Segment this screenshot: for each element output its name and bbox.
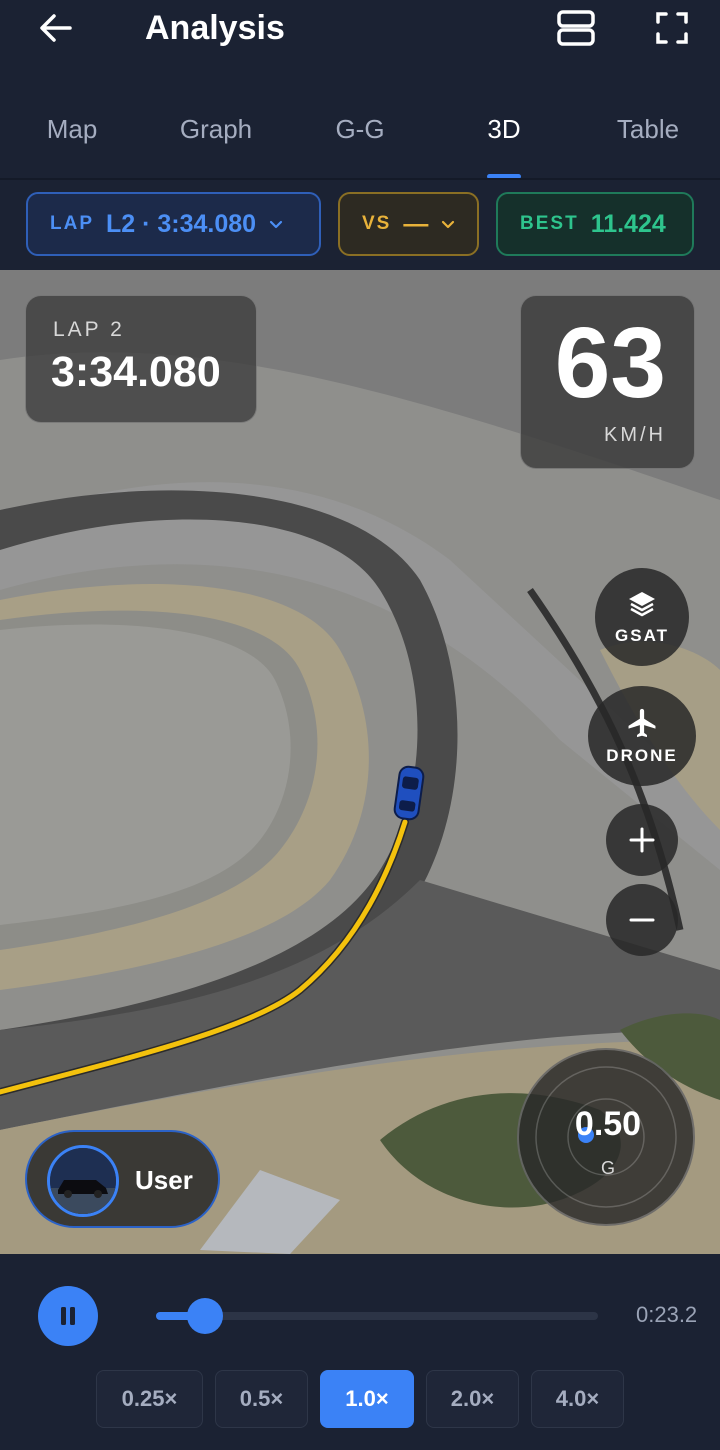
pause-icon xyxy=(61,1307,75,1325)
lap-time: 3:34.080 xyxy=(51,348,221,396)
speed-option-0-25[interactable]: 0.25× xyxy=(96,1370,203,1428)
layout-toggle-button[interactable] xyxy=(552,6,600,50)
speed-option-2-0[interactable]: 2.0× xyxy=(426,1370,519,1428)
lap-selector-bar: LAP L2 · 3:34.080 VS — BEST 11.424 xyxy=(0,180,720,270)
speed-value: 63 xyxy=(554,307,666,419)
pause-button[interactable] xyxy=(38,1286,98,1346)
best-value: 11.424 xyxy=(590,209,666,238)
back-button[interactable] xyxy=(34,6,78,50)
map-layer-button[interactable]: GSAT xyxy=(595,568,689,666)
tab-map[interactable]: Map xyxy=(22,96,122,178)
lap-time-card: LAP 2 3:34.080 xyxy=(25,295,257,423)
speed-option-1-0[interactable]: 1.0× xyxy=(320,1370,414,1428)
playback-thumb[interactable] xyxy=(187,1298,223,1334)
avatar xyxy=(47,1145,119,1217)
tab-g-g[interactable]: G-G xyxy=(310,96,410,178)
lap-selector[interactable]: LAP L2 · 3:34.080 xyxy=(26,192,321,256)
map-layer-label: GSAT xyxy=(615,626,669,645)
compare-lap-selector[interactable]: VS — xyxy=(338,192,479,256)
airplane-icon xyxy=(628,708,656,738)
drone-view-label: DRONE xyxy=(606,746,678,765)
tab-table[interactable]: Table xyxy=(598,96,698,178)
best-lap-badge[interactable]: BEST 11.424 xyxy=(496,192,694,256)
playback-controls: 0:23.2 0.25× 0.5× 1.0× 2.0× 4.0× xyxy=(0,1254,720,1450)
drone-view-button[interactable]: DRONE xyxy=(588,686,696,786)
tab-graph[interactable]: Graph xyxy=(160,96,272,178)
speed-option-0-5[interactable]: 0.5× xyxy=(215,1370,308,1428)
fullscreen-button[interactable] xyxy=(650,6,694,50)
app-header: Analysis xyxy=(0,0,720,58)
minus-icon xyxy=(629,918,655,922)
speed-unit: KM/H xyxy=(604,424,666,446)
arrow-left-icon xyxy=(40,14,72,42)
speed-card: 63 KM/H xyxy=(520,295,695,469)
playback-slider[interactable] xyxy=(156,1298,598,1334)
driver-chip[interactable]: User xyxy=(25,1130,220,1228)
zoom-in-button[interactable] xyxy=(606,804,678,876)
layers-icon xyxy=(629,592,655,617)
g-force-unit: G xyxy=(600,1158,615,1178)
view-tabs: Map Graph G-G 3D Table xyxy=(0,96,720,178)
best-key: BEST xyxy=(520,213,579,234)
g-force-value: 0.50 xyxy=(574,1105,642,1143)
chevron-down-icon xyxy=(442,220,455,229)
tab-3d[interactable]: 3D xyxy=(454,96,554,178)
lap-label: LAP 2 xyxy=(53,318,125,341)
chevron-down-icon xyxy=(269,220,283,229)
split-view-icon xyxy=(557,10,595,46)
page-title: Analysis xyxy=(145,9,285,47)
lap-key: LAP xyxy=(50,213,94,234)
vs-value: — xyxy=(403,209,429,238)
zoom-out-button[interactable] xyxy=(606,884,678,956)
lap-value: L2 · 3:34.080 xyxy=(106,209,257,238)
car-photo-icon xyxy=(50,1148,116,1214)
fullscreen-icon xyxy=(656,12,688,44)
driver-name: User xyxy=(135,1165,193,1195)
vs-key: VS xyxy=(362,213,392,234)
playback-time: 0:23.2 xyxy=(636,1302,698,1327)
plus-icon xyxy=(629,827,655,853)
speed-option-4-0[interactable]: 4.0× xyxy=(531,1370,624,1428)
satellite-map[interactable]: LAP 2 3:34.080 63 KM/H GSAT DRONE User 0… xyxy=(0,270,720,1254)
g-force-meter: 0.50 G xyxy=(517,1048,695,1226)
